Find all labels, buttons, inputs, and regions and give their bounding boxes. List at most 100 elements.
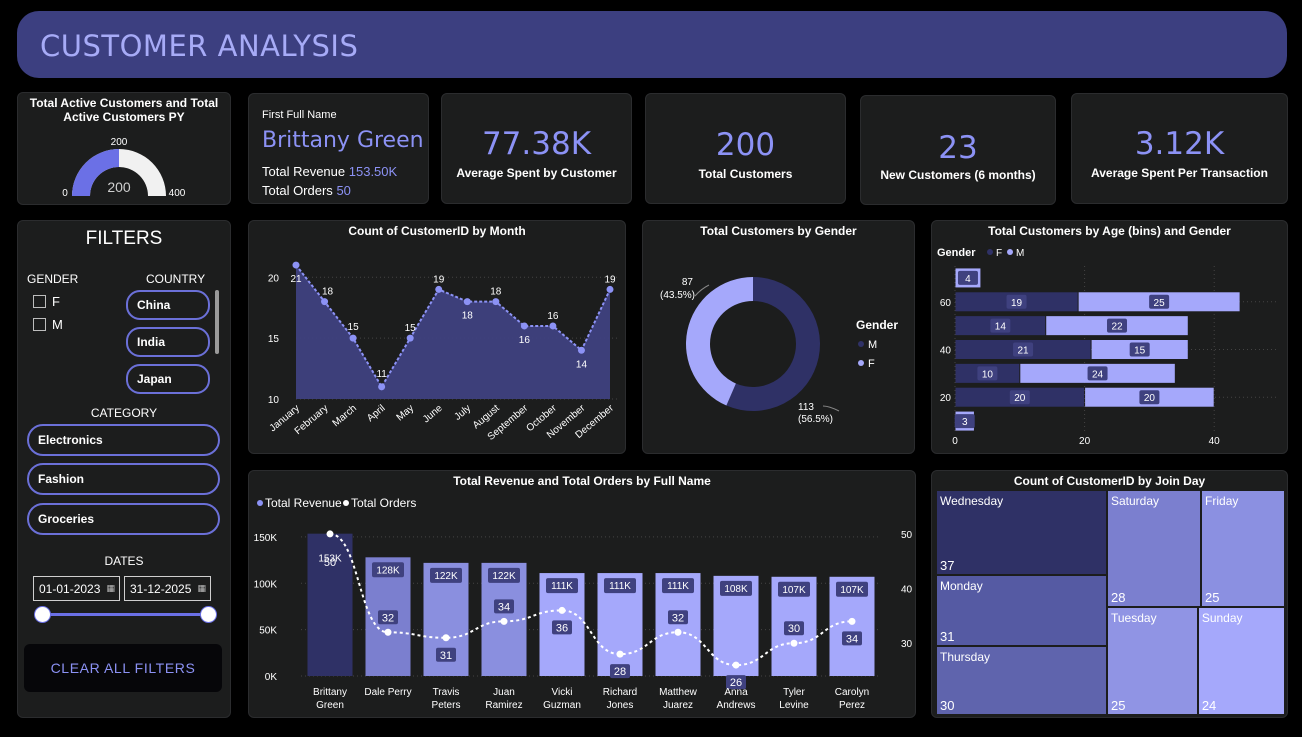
x-tick-label: April [365, 403, 387, 424]
y-tick-label: 20 [268, 273, 280, 284]
data-point [520, 322, 528, 330]
first-name-value: Brittany Green [262, 128, 424, 153]
country-option-india[interactable]: India [126, 327, 210, 357]
y-tick-label: 100K [254, 579, 278, 590]
data-label: 24 [1092, 369, 1104, 380]
y-tick-label: 0K [265, 672, 278, 683]
date-slider-start-handle[interactable] [34, 606, 51, 623]
data-label: 3 [962, 417, 968, 428]
x-tick-label: July [452, 403, 473, 423]
leader-line [694, 284, 710, 297]
gender-option-m[interactable]: M [33, 317, 63, 332]
legend-marker [343, 500, 349, 506]
data-label: 16 [547, 311, 559, 322]
legend-title: Gender [937, 247, 976, 259]
month-chart-card[interactable]: Count of CustomerID by Month 10 15 20 21 18 1… [248, 220, 626, 454]
revenue-label: 111K [551, 581, 573, 592]
y-tick-label: 40 [940, 346, 952, 357]
x-tick-label: March [331, 403, 359, 429]
dates-label: DATES [104, 554, 144, 568]
treemap-cell-label: Sunday [1201, 610, 1243, 625]
country-scrollbar[interactable] [215, 290, 219, 354]
join-day-title: Count of CustomerID by Join Day [1013, 474, 1206, 488]
treemap-cell-tuesday[interactable]: Tuesday 25 [1107, 606, 1198, 715]
page-header: CUSTOMER ANALYSIS [17, 11, 1287, 78]
slice-value-label: 87 [682, 277, 694, 288]
first-revenue-label: Total Revenue [262, 164, 346, 179]
treemap-cell-value: 25 [1205, 589, 1220, 605]
country-option-china[interactable]: China [126, 290, 210, 320]
date-to-value: 31-12-2025 [130, 581, 192, 596]
y2-tick-label: 30 [901, 639, 913, 650]
orders-label: 50 [324, 557, 336, 569]
checkbox[interactable] [33, 295, 46, 308]
data-label: 22 [1111, 322, 1123, 333]
calendar-icon[interactable]: ▦ [197, 583, 206, 594]
calendar-icon[interactable]: ▦ [106, 583, 115, 594]
treemap-cell-wednesday[interactable]: Wednesday 37 [936, 490, 1107, 575]
join-day-card[interactable]: Count of CustomerID by Join Day Wednesda… [931, 470, 1288, 718]
checkbox[interactable] [33, 318, 46, 331]
date-slider-track[interactable] [43, 613, 209, 616]
treemap-cell-sunday[interactable]: Sunday 24 [1197, 606, 1285, 715]
category-option-electronics[interactable]: Electronics [27, 424, 220, 456]
legend-title: Gender [856, 318, 898, 332]
leader-line [822, 405, 840, 412]
x-tick-label: Matthew Juarez [659, 687, 698, 711]
x-tick-label: Brittany Green [313, 687, 347, 711]
treemap-cell-saturday[interactable]: Saturday 28 [1107, 490, 1202, 607]
kpi-card-avg-spent-customer[interactable]: 77.38K Average Spent by Customer [441, 93, 632, 204]
treemap-cell-label: Thursday [940, 650, 991, 665]
kpi-value: 200 [715, 127, 776, 163]
category-option-fashion[interactable]: Fashion [27, 463, 220, 495]
orders-point [326, 530, 334, 538]
data-label: 19 [604, 274, 616, 285]
data-label: 21 [290, 274, 302, 285]
area-fill [296, 265, 610, 399]
kpi-card-new-customers[interactable]: 23 New Customers (6 months) [860, 95, 1056, 205]
data-point [378, 383, 386, 391]
data-label: 4 [965, 274, 971, 285]
legend-label: M [1016, 248, 1024, 259]
data-label: 18 [462, 311, 474, 322]
page-title: CUSTOMER ANALYSIS [40, 29, 359, 63]
date-from-input[interactable]: 01-01-2023 ▦ [33, 576, 120, 601]
first-customer-card[interactable]: First Full Name Brittany Green Total Rev… [248, 93, 429, 204]
data-label: 10 [982, 369, 994, 380]
orders-point [732, 661, 740, 669]
data-label: 11 [376, 369, 387, 380]
legend-label: M [868, 339, 877, 351]
date-to-input[interactable]: 31-12-2025 ▦ [124, 576, 211, 601]
category-option-groceries[interactable]: Groceries [27, 503, 220, 535]
gauge-card[interactable]: Total Active Customers and Total Active … [17, 92, 231, 205]
kpi-value: 3.12K [1134, 126, 1225, 162]
date-slider-end-handle[interactable] [200, 606, 217, 623]
treemap-cell-thursday[interactable]: Thursday 30 [936, 646, 1107, 715]
y-tick-label: 10 [268, 395, 280, 406]
kpi-card-avg-spent-transaction[interactable]: 3.12K Average Spent Per Transaction [1071, 93, 1288, 204]
x-tick-label: June [421, 403, 445, 426]
kpi-value: 23 [938, 130, 978, 166]
clear-all-filters-button[interactable]: CLEAR ALL FILTERS [24, 644, 222, 692]
first-orders-label: Total Orders [262, 183, 333, 198]
gender-option-f[interactable]: F [33, 294, 60, 309]
age-chart-card[interactable]: Total Customers by Age (bins) and Gender… [931, 220, 1288, 454]
data-label: 20 [1144, 393, 1156, 404]
gender-chart-card[interactable]: Total Customers by Gender 113 (56.5%) 87 (4… [642, 220, 915, 454]
revenue-chart-card[interactable]: Total Revenue and Total Orders by Full N… [248, 470, 916, 718]
slice-value-label: 113 [798, 402, 814, 413]
data-point [349, 334, 357, 342]
legend-label: Total Orders [351, 496, 416, 510]
slice-pct-label: (56.5%) [798, 414, 833, 425]
country-option-japan[interactable]: Japan [126, 364, 210, 394]
treemap-cell-monday[interactable]: Monday 31 [936, 574, 1107, 647]
data-label: 21 [1017, 346, 1029, 357]
x-tick-label: Dale Perry [364, 687, 411, 698]
treemap-cell-friday[interactable]: Friday 25 [1201, 490, 1285, 607]
data-point [606, 285, 614, 293]
gauge-target-label: 200 [111, 137, 128, 148]
kpi-card-total-customers[interactable]: 200 Total Customers [645, 93, 846, 204]
data-label: 18 [490, 287, 502, 298]
orders-point [500, 617, 508, 625]
data-point [492, 298, 500, 306]
